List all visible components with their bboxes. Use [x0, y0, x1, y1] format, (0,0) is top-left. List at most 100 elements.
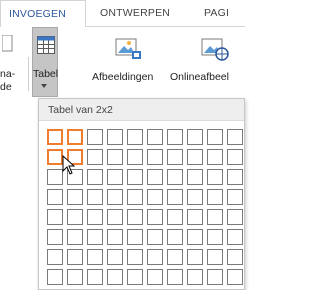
table-grid-cell[interactable] — [145, 127, 165, 147]
table-grid-cell[interactable] — [85, 167, 105, 187]
table-grid-cell-box — [167, 229, 183, 245]
tab-invoegen[interactable]: INVOEGEN — [0, 0, 86, 28]
table-grid-cell[interactable] — [125, 227, 145, 247]
table-grid-cell-box — [187, 149, 203, 165]
table-grid-cell[interactable] — [145, 187, 165, 207]
table-grid-cell[interactable] — [125, 267, 145, 287]
table-grid-cell[interactable] — [165, 187, 185, 207]
table-grid-cell[interactable] — [105, 167, 125, 187]
tabel-button[interactable]: Tabel — [32, 27, 58, 97]
table-grid-cell[interactable] — [85, 267, 105, 287]
partial-label-2: de — [0, 81, 12, 93]
table-grid-cell[interactable] — [105, 247, 125, 267]
table-grid-cell[interactable] — [205, 267, 225, 287]
table-grid-cell-box — [67, 229, 83, 245]
table-grid-cell[interactable] — [205, 207, 225, 227]
table-grid-cell[interactable] — [145, 147, 165, 167]
tab-pagina[interactable]: PAGI — [204, 0, 229, 27]
table-grid-cell[interactable] — [225, 167, 245, 187]
table-grid-cell[interactable] — [165, 147, 185, 167]
table-grid-cell[interactable] — [45, 127, 65, 147]
table-grid-cell[interactable] — [165, 127, 185, 147]
table-grid-cell[interactable] — [85, 207, 105, 227]
table-grid-cell-box — [207, 189, 223, 205]
table-grid-cell-box — [187, 209, 203, 225]
table-grid-cell[interactable] — [225, 247, 245, 267]
table-grid-cell[interactable] — [185, 267, 205, 287]
table-grid-cell[interactable] — [205, 187, 225, 207]
onlineafbeeldingen-button[interactable]: Onlineafbeel — [170, 33, 245, 95]
table-grid-cell[interactable] — [125, 147, 145, 167]
table-grid-cell-box — [187, 169, 203, 185]
table-grid-cell[interactable] — [65, 247, 85, 267]
table-grid-cell[interactable] — [105, 207, 125, 227]
insert-table-dropdown: Tabel van 2x2 — [38, 98, 245, 290]
table-grid-cell[interactable] — [145, 167, 165, 187]
table-grid-cell[interactable] — [205, 147, 225, 167]
table-grid-cell[interactable] — [105, 227, 125, 247]
table-grid-cell[interactable] — [145, 267, 165, 287]
table-grid-cell[interactable] — [105, 127, 125, 147]
picture-icon — [115, 38, 141, 59]
table-grid-cell[interactable] — [65, 127, 85, 147]
table-grid-cell[interactable] — [225, 207, 245, 227]
table-grid-cell[interactable] — [45, 227, 65, 247]
table-grid-cell[interactable] — [105, 267, 125, 287]
table-grid-cell[interactable] — [225, 267, 245, 287]
table-grid-cell[interactable] — [205, 127, 225, 147]
table-grid-cell[interactable] — [225, 227, 245, 247]
table-grid-cell-box — [147, 269, 163, 285]
table-grid-cell[interactable] — [165, 227, 185, 247]
table-grid-cell[interactable] — [125, 207, 145, 227]
table-grid-cell[interactable] — [185, 147, 205, 167]
table-grid-cell[interactable] — [105, 187, 125, 207]
table-grid-cell-box — [167, 169, 183, 185]
table-grid-cell[interactable] — [225, 187, 245, 207]
table-grid-cell[interactable] — [185, 127, 205, 147]
table-grid-cell[interactable] — [145, 247, 165, 267]
table-grid-cell[interactable] — [225, 127, 245, 147]
table-grid-cell[interactable] — [145, 227, 165, 247]
table-grid-cell[interactable] — [205, 247, 225, 267]
table-grid-cell[interactable] — [125, 247, 145, 267]
table-grid-cell[interactable] — [165, 207, 185, 227]
table-grid-cell[interactable] — [185, 227, 205, 247]
table-grid-cell[interactable] — [185, 167, 205, 187]
table-grid-cell-box — [207, 129, 223, 145]
partial-left-button[interactable]: na- de — [0, 35, 24, 95]
table-grid-cell[interactable] — [85, 247, 105, 267]
table-grid-cell[interactable] — [205, 167, 225, 187]
table-grid-cell[interactable] — [165, 267, 185, 287]
table-grid-cell[interactable] — [45, 267, 65, 287]
table-grid-cell[interactable] — [105, 147, 125, 167]
table-grid-cell-box — [227, 149, 243, 165]
table-grid-cell[interactable] — [85, 147, 105, 167]
table-grid-cell[interactable] — [65, 207, 85, 227]
table-grid-cell[interactable] — [85, 127, 105, 147]
table-grid-cell-box — [107, 229, 123, 245]
tab-ontwerpen[interactable]: ONTWERPEN — [100, 0, 170, 27]
table-grid-cell[interactable] — [65, 227, 85, 247]
afbeeldingen-button[interactable]: Afbeeldingen — [90, 33, 168, 95]
table-grid-cell[interactable] — [125, 167, 145, 187]
table-grid-cell[interactable] — [85, 227, 105, 247]
ribbon-tab-strip: INVOEGEN ONTWERPEN PAGI — [0, 0, 245, 28]
table-grid-cell[interactable] — [225, 147, 245, 167]
table-grid-cell[interactable] — [205, 227, 225, 247]
table-grid-cell[interactable] — [145, 207, 165, 227]
table-grid-cell[interactable] — [185, 187, 205, 207]
table-grid-cell[interactable] — [45, 187, 65, 207]
table-grid-cell[interactable] — [65, 187, 85, 207]
table-grid-cell[interactable] — [125, 187, 145, 207]
table-grid-cell[interactable] — [125, 127, 145, 147]
table-grid-cell[interactable] — [45, 247, 65, 267]
table-grid-cell-box — [67, 129, 83, 145]
table-grid-cell[interactable] — [45, 207, 65, 227]
table-grid-cell[interactable] — [85, 187, 105, 207]
table-grid-cell-box — [187, 229, 203, 245]
table-grid-cell[interactable] — [165, 167, 185, 187]
table-grid-cell[interactable] — [185, 247, 205, 267]
table-grid-cell[interactable] — [165, 247, 185, 267]
table-grid-cell[interactable] — [65, 267, 85, 287]
table-grid-cell[interactable] — [185, 207, 205, 227]
